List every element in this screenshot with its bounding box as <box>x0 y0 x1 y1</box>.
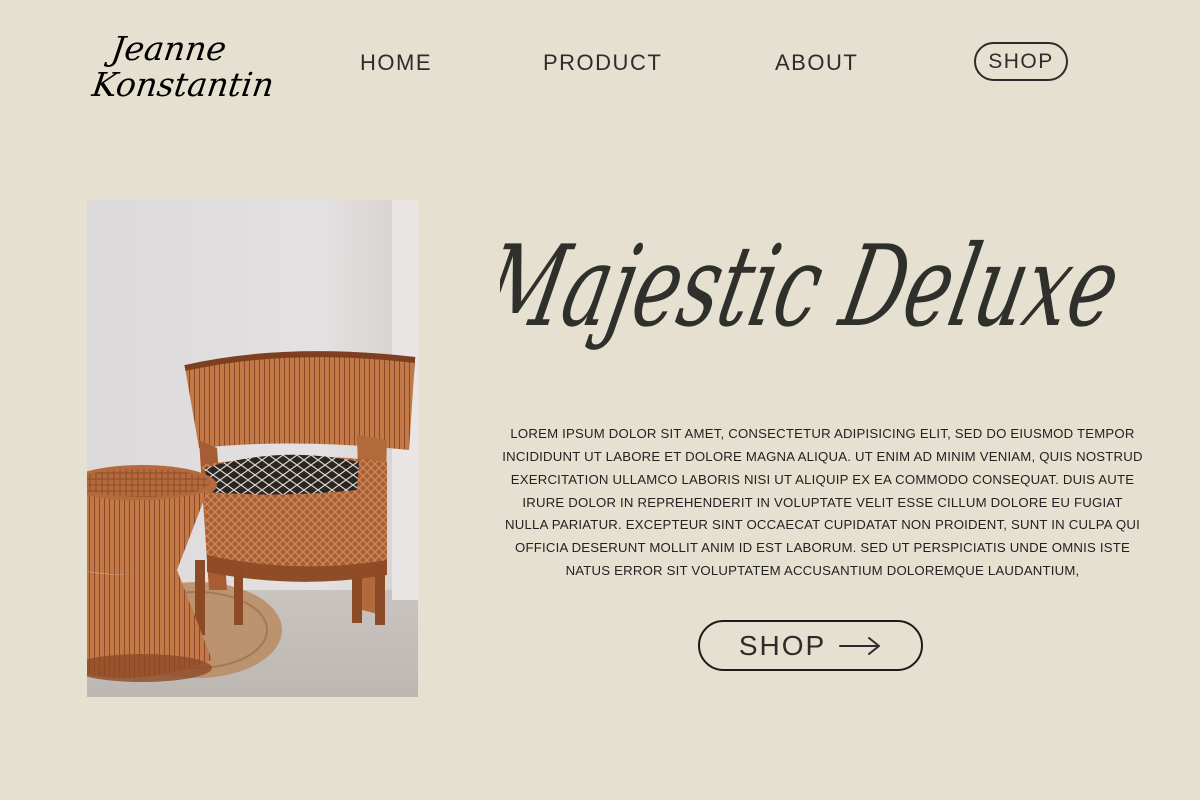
product-photo <box>87 200 418 697</box>
nav-shop-button[interactable]: SHOP <box>974 42 1068 81</box>
nav-product-link[interactable]: PRODUCT <box>543 50 662 76</box>
nav-about-link[interactable]: ABOUT <box>775 50 858 76</box>
brand-line-1: Jeanne <box>103 29 229 68</box>
brand-logo[interactable]: Jeanne Konstantine <box>88 18 296 114</box>
rattan-chair-image <box>87 200 418 697</box>
brand-logo-mark: Jeanne Konstantine <box>89 29 296 104</box>
shop-cta-label: SHOP <box>738 629 827 661</box>
brand-line-2: Konstantine <box>89 65 273 104</box>
hero-title-text: Majestic Deluxe <box>500 221 1130 352</box>
hero-description: LOREM IPSUM DOLOR SIT AMET, CONSECTETUR … <box>502 426 1143 578</box>
hero-title-script: Majestic Deluxe <box>471 221 1130 352</box>
nav-shop-label: SHOP <box>988 49 1054 73</box>
hero-title: Majestic Deluxe <box>471 195 1150 360</box>
nav-home-link[interactable]: HOME <box>360 50 432 76</box>
arrow-right-icon <box>839 636 881 655</box>
shop-cta-button[interactable]: SHOP <box>698 620 923 671</box>
